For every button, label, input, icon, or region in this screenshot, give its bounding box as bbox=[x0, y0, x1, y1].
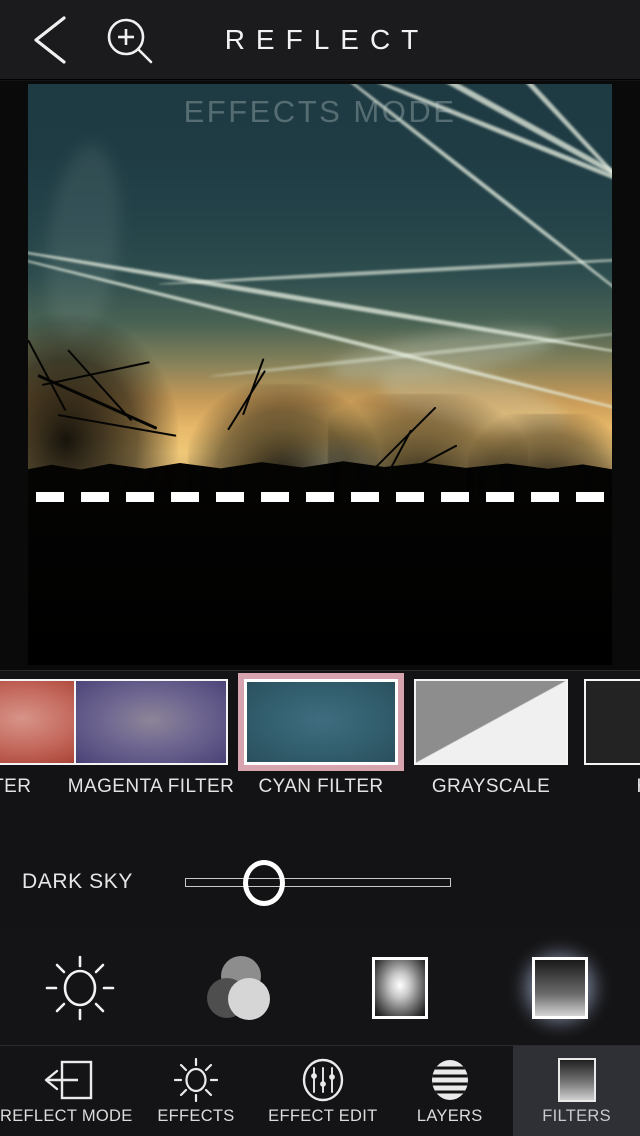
vignette-icon bbox=[372, 956, 428, 1019]
slider-track[interactable] bbox=[185, 878, 451, 887]
brightness-sun-icon bbox=[45, 955, 115, 1020]
effect-icon-row bbox=[0, 930, 640, 1045]
slider-label: DARK SKY bbox=[22, 870, 133, 893]
filter-item-high-contrast[interactable]: HIGH bbox=[576, 671, 640, 807]
zoom-in-button[interactable] bbox=[100, 16, 162, 68]
filter-label: LTER bbox=[0, 776, 32, 797]
effect-brightness-button[interactable] bbox=[0, 930, 160, 1045]
effect-gradient-filter-button[interactable] bbox=[480, 930, 640, 1045]
filter-thumbnail bbox=[414, 679, 568, 765]
app-root: REFLECT EFFECTS MODE ER MAGENTA FILTER C… bbox=[0, 0, 640, 1136]
filter-thumbnail bbox=[74, 679, 228, 765]
exit-arrow-square-icon bbox=[38, 1058, 94, 1102]
nav-tab-label: REFLECT MODE bbox=[0, 1106, 133, 1125]
effect-color-balance-button[interactable] bbox=[160, 930, 320, 1045]
filter-item-cyan[interactable]: CYAN FILTER bbox=[236, 671, 406, 807]
filter-label: HIGH bbox=[576, 776, 640, 798]
sliders-circle-icon bbox=[300, 1058, 346, 1102]
filter-thumbnail-selected bbox=[238, 673, 404, 771]
nav-tab-label: EFFECT EDIT bbox=[268, 1106, 378, 1125]
nav-tab-label: EFFECTS bbox=[157, 1106, 235, 1125]
nav-tab-label: LAYERS bbox=[416, 1106, 483, 1125]
app-title: REFLECT bbox=[224, 24, 430, 55]
tree-silhouette bbox=[468, 414, 612, 504]
filter-item-red[interactable]: LTER bbox=[0, 671, 102, 807]
adjustment-slider-row: DARK SKY bbox=[0, 812, 640, 930]
nav-tab-label: FILTERS bbox=[542, 1106, 611, 1125]
top-bar: REFLECT bbox=[0, 0, 640, 80]
filter-label: GRAYSCALE bbox=[431, 776, 551, 797]
photo-canvas[interactable]: EFFECTS MODE bbox=[0, 81, 640, 670]
filter-item-magenta[interactable]: MAGENTA FILTER bbox=[66, 671, 236, 807]
filter-label: CYAN FILTER bbox=[258, 776, 384, 797]
color-balance-circles-icon bbox=[207, 955, 270, 1020]
effects-mode-overlay: EFFECTS MODE bbox=[183, 94, 457, 129]
filter-thumbnail bbox=[584, 679, 640, 765]
bottom-navigation-bar: REFLECT MODE EFFECTS EFFECT EDIT LAYERS … bbox=[0, 1045, 640, 1136]
filter-item-grayscale[interactable]: GRAYSCALE bbox=[406, 671, 576, 807]
slider-thumb[interactable] bbox=[243, 860, 285, 906]
nav-tab-reflect-mode[interactable]: REFLECT MODE bbox=[0, 1046, 133, 1136]
back-chevron-icon bbox=[34, 16, 66, 64]
nav-tab-filters[interactable]: FILTERS bbox=[513, 1046, 640, 1136]
filter-carousel[interactable]: LTER MAGENTA FILTER CYAN FILTER GRAYSCAL… bbox=[0, 670, 640, 812]
nav-tab-effect-edit[interactable]: EFFECT EDIT bbox=[259, 1046, 386, 1136]
brightness-sun-icon bbox=[173, 1057, 219, 1102]
edited-photo[interactable]: EFFECTS MODE bbox=[28, 84, 612, 665]
gradient-square-icon bbox=[557, 1057, 596, 1102]
striped-circle-icon bbox=[427, 1058, 473, 1102]
filter-label: MAGENTA FILTER bbox=[67, 776, 235, 797]
nav-tab-effects[interactable]: EFFECTS bbox=[133, 1046, 260, 1136]
gradient-filter-icon bbox=[532, 956, 588, 1019]
effect-vignette-button[interactable] bbox=[320, 930, 480, 1045]
nav-tab-layers[interactable]: LAYERS bbox=[386, 1046, 513, 1136]
reflect-split-line[interactable] bbox=[36, 492, 604, 502]
back-button[interactable] bbox=[24, 12, 78, 68]
zoom-in-magnifier-icon bbox=[107, 18, 153, 64]
